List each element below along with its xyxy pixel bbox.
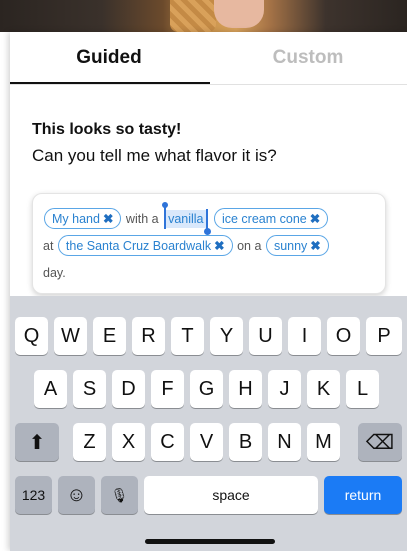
- return-key[interactable]: return: [324, 476, 402, 514]
- key-i[interactable]: I: [288, 317, 321, 355]
- caption-line-2: at the Santa Cruz Boardwalk ✖ on a sunny ✖: [43, 235, 330, 256]
- key-k[interactable]: K: [307, 370, 340, 408]
- key-a[interactable]: A: [34, 370, 67, 408]
- tab-bar: Guided Custom: [10, 32, 407, 85]
- key-h[interactable]: H: [229, 370, 262, 408]
- chip-ice-cream-cone[interactable]: ice cream cone ✖: [213, 208, 329, 229]
- key-b[interactable]: B: [229, 423, 262, 461]
- key-p[interactable]: P: [366, 317, 402, 355]
- key-o[interactable]: O: [327, 317, 360, 355]
- key-q[interactable]: Q: [15, 317, 48, 355]
- key-s[interactable]: S: [73, 370, 106, 408]
- key-v[interactable]: V: [190, 423, 223, 461]
- key-f[interactable]: F: [151, 370, 184, 408]
- key-j[interactable]: J: [268, 370, 301, 408]
- keyboard: Q W E R T Y U I O P A S D F G H J K L ⬆ …: [10, 296, 407, 551]
- key-e[interactable]: E: [93, 317, 126, 355]
- caption-line-1: My hand ✖ with a vanilla ice cream cone ✖: [43, 202, 329, 235]
- chip-label: sunny: [273, 239, 308, 253]
- caption-text: day.: [43, 266, 66, 280]
- selected-word[interactable]: vanilla: [162, 202, 211, 235]
- key-m[interactable]: M: [307, 423, 340, 461]
- selected-word-text: vanilla: [168, 212, 204, 226]
- key-t[interactable]: T: [171, 317, 204, 355]
- prompt-question: Can you tell me what flavor it is?: [32, 146, 277, 165]
- chip-sunny[interactable]: sunny ✖: [265, 235, 329, 256]
- tab-guided[interactable]: Guided: [10, 32, 208, 84]
- active-tab-indicator: [10, 82, 210, 84]
- backspace-icon: ⌫: [365, 431, 395, 454]
- tab-custom[interactable]: Custom: [209, 32, 407, 84]
- space-key[interactable]: space: [144, 476, 318, 514]
- key-w[interactable]: W: [54, 317, 87, 355]
- caption-panel: Guided Custom This looks so tasty! Can y…: [10, 32, 407, 551]
- chip-label: ice cream cone: [221, 212, 307, 226]
- dictation-key[interactable]: 🎙: [101, 476, 138, 514]
- remove-chip-icon[interactable]: ✖: [103, 212, 113, 226]
- key-n[interactable]: N: [268, 423, 301, 461]
- key-r[interactable]: R: [132, 317, 165, 355]
- caption-text: at: [43, 239, 54, 253]
- caption-editor[interactable]: My hand ✖ with a vanilla ice cream cone ✖ …: [32, 193, 386, 294]
- chip-santa-cruz-boardwalk[interactable]: the Santa Cruz Boardwalk ✖: [57, 235, 233, 256]
- chip-label: the Santa Cruz Boardwalk: [65, 239, 212, 253]
- shift-icon: ⬆: [28, 431, 46, 454]
- ice-cream-cone-image: [170, 0, 216, 32]
- key-c[interactable]: C: [151, 423, 184, 461]
- home-indicator[interactable]: [145, 539, 275, 544]
- key-z[interactable]: Z: [73, 423, 106, 461]
- caption-text: on a: [237, 239, 262, 253]
- prompt-title: This looks so tasty!: [32, 121, 182, 138]
- key-x[interactable]: X: [112, 423, 145, 461]
- chip-my-hand[interactable]: My hand ✖: [44, 208, 122, 229]
- caption-line-3: day.: [43, 266, 66, 280]
- key-d[interactable]: D: [112, 370, 145, 408]
- caption-text: with a: [125, 212, 159, 226]
- key-u[interactable]: U: [249, 317, 282, 355]
- food-photo: [0, 0, 407, 32]
- key-l[interactable]: L: [346, 370, 379, 408]
- key-g[interactable]: G: [190, 370, 223, 408]
- remove-chip-icon[interactable]: ✖: [310, 239, 320, 253]
- remove-chip-icon[interactable]: ✖: [214, 239, 224, 253]
- shift-key[interactable]: ⬆: [15, 423, 59, 461]
- selection-start-handle[interactable]: [162, 202, 169, 208]
- microphone-icon: 🎙: [110, 486, 129, 503]
- selection-end-handle[interactable]: [203, 228, 211, 235]
- emoji-icon: ☺: [66, 483, 87, 506]
- numbers-key[interactable]: 123: [15, 476, 52, 514]
- remove-chip-icon[interactable]: ✖: [310, 212, 320, 226]
- backspace-key[interactable]: ⌫: [358, 423, 402, 461]
- hand-image: [214, 0, 264, 28]
- chip-label: My hand: [52, 212, 100, 226]
- emoji-key[interactable]: ☺: [58, 476, 95, 514]
- key-y[interactable]: Y: [210, 317, 243, 355]
